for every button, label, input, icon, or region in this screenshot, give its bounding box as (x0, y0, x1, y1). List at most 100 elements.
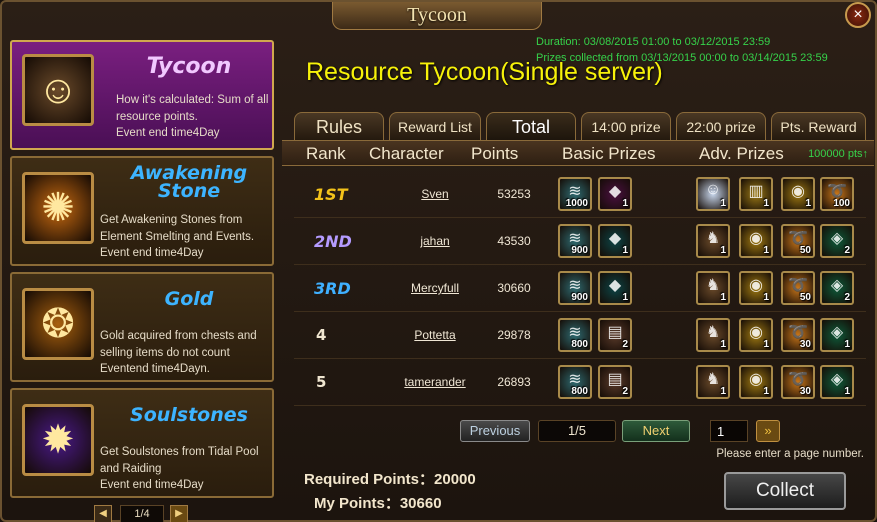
item-quantity: 1 (844, 339, 850, 350)
main-panel: Duration: 03/08/2015 01:00 to 03/12/2015… (282, 34, 874, 520)
tab-rules[interactable]: Rules (294, 112, 384, 140)
points-cell: 29878 (497, 328, 531, 342)
sidebar-item-end-time: Eventend time4Dayn. (100, 363, 210, 375)
sidebar-item-desc-text: Get Soulstones from Tidal Pool and Raidi… (100, 446, 259, 475)
sidebar-item-gold[interactable]: ❂ Gold Gold acquired from chests and selli… (10, 272, 274, 382)
item-quantity: 50 (799, 245, 811, 256)
sidebar-item-soulstones[interactable]: ✹ Soulstones Get Soulstones from Tidal Poo… (10, 388, 274, 498)
sidebar-item-description: Get Soulstones from Tidal Pool and Raidi… (100, 444, 276, 494)
next-button[interactable]: Next (622, 420, 690, 442)
basic-prize-resource-scroll-icon[interactable]: ≋ 900 (558, 271, 592, 305)
item-quantity: 900 (571, 292, 588, 303)
rank-cell: 4 (316, 326, 327, 344)
item-quantity: 1 (844, 386, 850, 397)
adv-prize-gold-coins-icon[interactable]: ◉ 1 (781, 177, 815, 211)
sidebar-item-title: Gold (164, 288, 214, 310)
tab-reward-list[interactable]: Reward List (389, 112, 481, 140)
adv-prize-gold-swirl-icon[interactable]: ➰ 30 (781, 365, 815, 399)
item-quantity: 2 (622, 339, 628, 350)
adv-prize-gold-coins-icon[interactable]: ◉ 1 (739, 271, 773, 305)
adv-prize-white-dragon-icon[interactable]: ♞ 1 (696, 365, 730, 399)
item-quantity: 1 (763, 386, 769, 397)
adv-prize-green-crystal-icon[interactable]: ◈ 1 (820, 318, 854, 352)
adv-prize-gold-swirl-icon[interactable]: ➰ 30 (781, 318, 815, 352)
window-titlebar: Tycoon (332, 2, 542, 30)
adv-prize-gold-coins-icon[interactable]: ◉ 1 (739, 224, 773, 258)
sidebar-item-awakening-stone[interactable]: ✺ Awakening Stone Get Awakening Stones fro… (10, 156, 274, 266)
adv-prize-hero-portrait-icon[interactable]: ☺ 1 (696, 177, 730, 211)
sidebar-next-button[interactable]: ▶ (170, 505, 188, 522)
adv-prize-gold-swirl-icon[interactable]: ➰ 50 (781, 224, 815, 258)
rank-cell: 5 (316, 373, 327, 391)
table-row: 1ST Sven 53253 ≋ 1000 ◆ 1 ☺ 1 ▥ 1 ◉ 1 ➰ 100 (294, 171, 866, 218)
sidebar-item-desc-text: Get Awakening Stones from Element Smelti… (100, 214, 255, 243)
basic-prize-purple-gem-icon[interactable]: ◆ 1 (598, 177, 632, 211)
adv-prize-white-dragon-icon[interactable]: ♞ 1 (696, 224, 730, 258)
basic-prize-teal-gem-icon[interactable]: ◆ 1 (598, 271, 632, 305)
points-cell: 53253 (497, 187, 531, 201)
adv-prize-green-crystal-icon[interactable]: ◈ 1 (820, 365, 854, 399)
adv-prize-gold-swirl-icon[interactable]: ➰ 100 (820, 177, 854, 211)
rank-cell: 2ND (314, 232, 352, 251)
hero-portrait-icon: ☺ (704, 181, 722, 198)
item-quantity: 1000 (565, 198, 588, 209)
item-quantity: 1 (622, 292, 628, 303)
item-quantity: 2 (622, 386, 628, 397)
tab-22-prize[interactable]: 22:00 prize (676, 112, 766, 140)
go-page-button[interactable]: » (756, 420, 780, 442)
item-quantity: 100 (833, 198, 850, 209)
adv-prize-gold-swirl-icon[interactable]: ➰ 50 (781, 271, 815, 305)
page-number-input[interactable] (710, 420, 748, 442)
adv-prize-white-dragon-icon[interactable]: ♞ 1 (696, 318, 730, 352)
tab-bar: Rules Reward List Total 14:00 prize 22:0… (294, 112, 866, 140)
window-title: Tycoon (407, 4, 467, 26)
basic-prize-resource-scroll-icon[interactable]: ≋ 800 (558, 365, 592, 399)
gold-coin-icon: ❂ (22, 288, 94, 360)
basic-prize-resource-scroll-icon[interactable]: ≋ 900 (558, 224, 592, 258)
basic-prize-teal-gem-icon[interactable]: ◆ 1 (598, 224, 632, 258)
item-quantity: 1 (763, 292, 769, 303)
adv-prize-green-crystal-icon[interactable]: ◈ 2 (820, 224, 854, 258)
tab-pts-reward[interactable]: Pts. Reward (771, 112, 866, 140)
header-points: Points (471, 144, 519, 163)
sidebar-item-end-time: Event end time4Day (100, 479, 204, 491)
header-adv-prizes: Adv. Prizes (699, 144, 784, 163)
adv-prize-gold-coins-icon[interactable]: ◉ 1 (739, 318, 773, 352)
collect-button[interactable]: Collect (724, 472, 846, 510)
sidebar-pager: ◀ 1/4 ▶ (94, 505, 188, 522)
sidebar-item-description: Gold acquired from chests and selling it… (100, 328, 276, 378)
tab-14-prize[interactable]: 14:00 prize (581, 112, 671, 140)
previous-button[interactable]: Previous (460, 420, 530, 442)
sidebar-item-desc-text: How it's calculated: Sum of all resource… (116, 94, 269, 123)
basic-prize-resource-scroll-icon[interactable]: ≋ 800 (558, 318, 592, 352)
item-quantity: 1 (720, 339, 726, 350)
header-basic-prizes: Basic Prizes (562, 144, 656, 163)
tab-total[interactable]: Total (486, 112, 576, 140)
points-threshold-note: 100000 pts↑ (808, 148, 868, 160)
adv-prize-white-dragon-icon[interactable]: ♞ 1 (696, 271, 730, 305)
close-button[interactable]: × (845, 2, 871, 28)
item-quantity: 2 (844, 245, 850, 256)
event-title: Resource Tycoon(Single server) (306, 58, 663, 86)
item-quantity: 800 (571, 386, 588, 397)
required-points: Required Points：20000 (304, 471, 476, 488)
adv-prize-gold-scroll-icon[interactable]: ▥ 1 (739, 177, 773, 211)
item-quantity: 1 (763, 339, 769, 350)
item-quantity: 1 (622, 245, 628, 256)
sidebar-prev-button[interactable]: ◀ (94, 505, 112, 522)
item-quantity: 800 (571, 339, 588, 350)
sidebar-item-tycoon[interactable]: ☺ Tycoon How it's calculated: Sum of all r… (10, 40, 274, 150)
item-quantity: 50 (799, 292, 811, 303)
header-rank: Rank (306, 144, 346, 163)
sidebar-item-description: How it's calculated: Sum of all resource… (116, 92, 276, 142)
item-quantity: 1 (763, 198, 769, 209)
points-cell: 43530 (497, 234, 531, 248)
adv-prize-gold-coins-icon[interactable]: ◉ 1 (739, 365, 773, 399)
item-quantity: 1 (720, 198, 726, 209)
adv-prize-green-crystal-icon[interactable]: ◈ 2 (820, 271, 854, 305)
basic-prize-treasure-chest-icon[interactable]: ▤ 2 (598, 365, 632, 399)
basic-prize-treasure-chest-icon[interactable]: ▤ 2 (598, 318, 632, 352)
basic-prize-resource-scroll-icon[interactable]: ≋ 1000 (558, 177, 592, 211)
sidebar-item-desc-text: Gold acquired from chests and selling it… (100, 330, 257, 359)
item-quantity: 1 (763, 245, 769, 256)
